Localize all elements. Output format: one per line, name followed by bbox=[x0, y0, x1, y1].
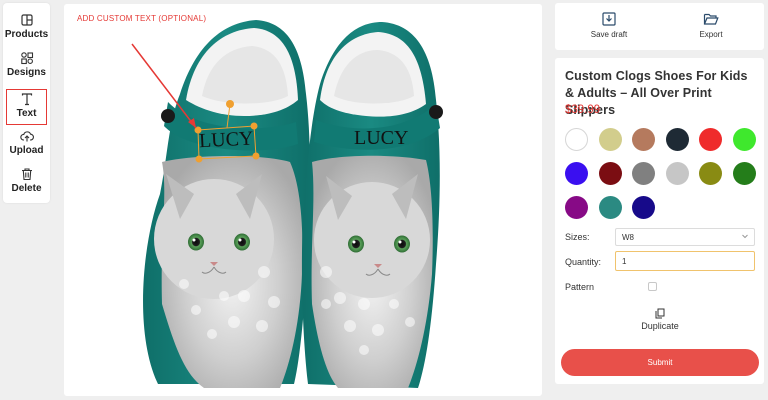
upload-icon bbox=[19, 131, 34, 142]
toolbar-designs[interactable]: Designs bbox=[3, 49, 50, 85]
folder-open-icon bbox=[703, 13, 719, 25]
left-toolbar: Products Designs Text Upload Delete bbox=[3, 3, 50, 203]
duplicate-label: Duplicate bbox=[641, 321, 679, 331]
save-draft-button[interactable]: Save draft bbox=[569, 11, 649, 45]
designs-icon bbox=[20, 52, 33, 65]
right-custom-text: LUCY bbox=[354, 127, 408, 149]
quantity-label: Quantity: bbox=[565, 257, 602, 267]
color-swatch[interactable] bbox=[699, 128, 722, 151]
duplicate-button[interactable]: Duplicate bbox=[635, 308, 685, 331]
color-swatch[interactable] bbox=[632, 196, 655, 219]
save-draft-label: Save draft bbox=[590, 30, 628, 39]
color-swatch[interactable] bbox=[598, 162, 622, 185]
color-swatch[interactable] bbox=[565, 162, 588, 185]
sizes-label: Sizes: bbox=[565, 232, 590, 242]
quantity-field[interactable] bbox=[615, 251, 755, 271]
color-swatch[interactable] bbox=[598, 128, 622, 151]
color-swatch[interactable] bbox=[732, 128, 756, 151]
color-swatch[interactable] bbox=[732, 162, 756, 185]
color-swatch[interactable] bbox=[632, 162, 655, 185]
color-swatch[interactable] bbox=[665, 128, 689, 151]
toolbar-text[interactable]: Text bbox=[6, 89, 47, 125]
color-swatch[interactable] bbox=[665, 162, 689, 185]
toolbar-products-label: Products bbox=[4, 29, 49, 40]
right-clog: LUCY bbox=[301, 22, 443, 388]
save-icon bbox=[602, 12, 616, 26]
color-swatch[interactable] bbox=[565, 128, 588, 151]
clog-preview: LUCY LUCY bbox=[131, 20, 443, 388]
action-bar: Save draft Export bbox=[555, 3, 764, 50]
color-swatch[interactable] bbox=[598, 196, 622, 219]
toolbar-delete[interactable]: Delete bbox=[3, 165, 50, 201]
left-custom-text[interactable]: LUCY bbox=[198, 127, 254, 152]
color-swatch[interactable] bbox=[565, 196, 588, 219]
toolbar-products[interactable]: Products bbox=[3, 11, 50, 47]
toolbar-designs-label: Designs bbox=[7, 67, 46, 78]
trash-icon bbox=[21, 168, 32, 181]
color-swatch[interactable] bbox=[699, 162, 722, 185]
color-swatch[interactable] bbox=[632, 128, 655, 151]
toolbar-text-label: Text bbox=[16, 108, 37, 119]
copy-icon bbox=[655, 308, 665, 319]
left-clog: LUCY bbox=[143, 20, 310, 388]
size-select[interactable]: W8 bbox=[615, 228, 755, 246]
toolbar-delete-label: Delete bbox=[11, 183, 42, 194]
products-icon bbox=[20, 14, 33, 26]
chevron-down-icon bbox=[742, 234, 748, 239]
product-panel: Custom Clogs Shoes For Kids & Adults – A… bbox=[555, 58, 764, 384]
export-button[interactable]: Export bbox=[671, 11, 751, 45]
toolbar-upload-label: Upload bbox=[9, 145, 44, 156]
pattern-checkbox[interactable] bbox=[648, 282, 657, 291]
design-canvas[interactable]: ADD CUSTOM TEXT (OPTIONAL) LUCY LUCY bbox=[64, 4, 542, 396]
toolbar-upload[interactable]: Upload bbox=[3, 127, 50, 163]
submit-button[interactable]: Submit bbox=[561, 349, 759, 376]
export-label: Export bbox=[699, 30, 723, 39]
pattern-label: Pattern bbox=[565, 282, 595, 292]
size-value: W8 bbox=[622, 233, 634, 242]
product-price: $39.99 bbox=[565, 104, 601, 116]
text-icon bbox=[21, 93, 32, 106]
